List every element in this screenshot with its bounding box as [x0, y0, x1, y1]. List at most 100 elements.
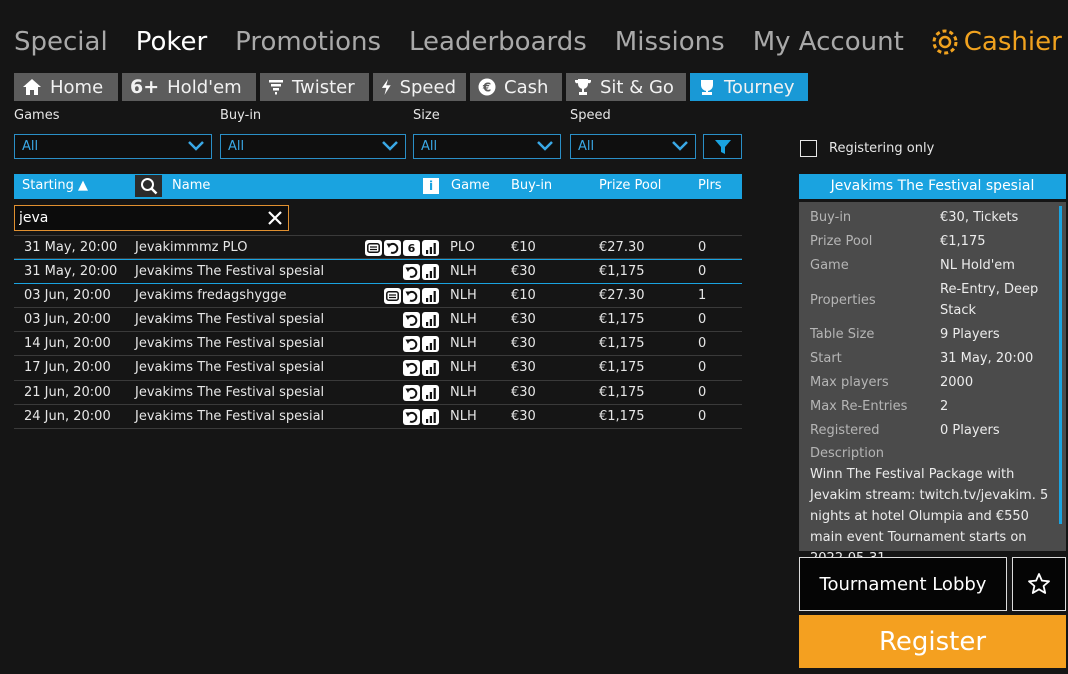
col-name[interactable]: Name: [172, 178, 210, 193]
tab-tourney[interactable]: Tourney: [690, 73, 808, 101]
chat-icon: [365, 240, 382, 256]
details-title: Jevakims The Festival spesial: [799, 174, 1066, 199]
star-icon: [1028, 573, 1050, 594]
col-players[interactable]: Plrs: [698, 178, 722, 193]
nav-special[interactable]: Special: [14, 25, 108, 59]
tab-home-label: Home: [50, 76, 104, 98]
buyin-select[interactable]: All: [220, 134, 406, 159]
chevron-down-icon: [382, 141, 398, 151]
row-buyin: €30: [511, 360, 536, 376]
size-select[interactable]: All: [413, 134, 561, 159]
table-row[interactable]: 14 Jun, 20:00 Jevakims The Festival spesi…: [14, 332, 742, 357]
tab-twister-label: Twister: [292, 76, 355, 98]
table-row[interactable]: 03 Jun, 20:00 Jevakims The Festival spesi…: [14, 308, 742, 333]
row-game: NLH: [450, 287, 477, 303]
chevron-down-icon: [188, 141, 204, 151]
detail-key: Game: [810, 258, 849, 273]
col-game[interactable]: Game: [451, 178, 490, 193]
description-text: Winn The Festival Package with Jevakim s…: [810, 467, 1049, 566]
signal-bars-icon: [422, 336, 439, 353]
buyin-filter-label: Buy-in: [220, 108, 262, 123]
row-buyin: €10: [511, 287, 536, 303]
euro-icon: €: [478, 78, 496, 96]
chevron-down-icon: [537, 141, 553, 151]
row-buyin: €10: [511, 240, 536, 255]
speed-filter-label: Speed: [570, 108, 611, 123]
cashier-label: Cashier: [963, 27, 1062, 57]
table-row[interactable]: 31 May, 20:00 Jevakimmmz PLO 6 PLO €10 €27.30…: [14, 235, 742, 260]
tab-tourney-label: Tourney: [724, 76, 795, 98]
row-start: 24 Jun, 20:00: [24, 409, 111, 425]
table-row[interactable]: 24 Jun, 20:00 Jevakims The Festival spesi…: [14, 405, 742, 430]
tournament-table-header: Starting ▲ Name i Game Buy-in Prize Pool…: [14, 174, 742, 199]
row-buyin: €30: [511, 384, 536, 400]
row-buyin: €30: [511, 336, 536, 352]
signal-bars-icon: [422, 311, 439, 328]
home-icon: [23, 79, 41, 95]
nav-my-account[interactable]: My Account: [753, 25, 904, 59]
row-buyin: €30: [511, 264, 536, 280]
nav-poker[interactable]: Poker: [136, 25, 207, 59]
nav-promotions[interactable]: Promotions: [235, 25, 381, 59]
speed-select[interactable]: All: [570, 134, 696, 159]
info-icon[interactable]: i: [423, 178, 439, 194]
row-players: 0: [698, 240, 707, 255]
row-name: Jevakimmmz PLO: [135, 240, 248, 255]
detail-value: €1,175: [940, 234, 986, 249]
tournament-lobby-button[interactable]: Tournament Lobby: [799, 557, 1007, 611]
nav-leaderboards[interactable]: Leaderboards: [409, 25, 587, 59]
re-entry-icon: [403, 311, 420, 328]
detail-key: Max Re-Entries: [810, 399, 908, 414]
row-game: NLH: [450, 384, 477, 400]
favorite-button[interactable]: [1012, 557, 1066, 611]
tab-cash-label: Cash: [504, 76, 549, 98]
registering-only-label: Registering only: [829, 141, 935, 156]
tab-cash[interactable]: € Cash: [470, 73, 562, 101]
tab-sit-and-go[interactable]: Sit & Go: [566, 73, 686, 101]
tab-home[interactable]: Home: [14, 73, 118, 101]
re-entry-icon: [403, 287, 420, 304]
signal-bars-icon: [422, 360, 439, 377]
row-prize-pool: €1,175: [599, 264, 645, 280]
signal-bars-icon: [422, 287, 439, 304]
detail-key: Prize Pool: [810, 234, 873, 249]
signal-bars-icon: [422, 409, 439, 426]
close-icon[interactable]: [267, 210, 283, 226]
col-starting[interactable]: Starting ▲: [22, 178, 88, 193]
register-button[interactable]: Register: [799, 615, 1066, 668]
size-select-value: All: [421, 139, 438, 154]
col-prize-pool[interactable]: Prize Pool: [599, 178, 661, 193]
row-icons: [403, 311, 439, 328]
tab-twister[interactable]: Twister: [260, 73, 369, 101]
table-row[interactable]: 21 Jun, 20:00 Jevakims The Festival spesi…: [14, 381, 742, 406]
row-start: 31 May, 20:00: [24, 240, 118, 255]
row-icons: 6: [365, 240, 439, 256]
tournament-list: 31 May, 20:00 Jevakimmmz PLO 6 PLO €10 €27.30…: [14, 235, 742, 430]
chat-icon: [384, 287, 401, 304]
col-buyin[interactable]: Buy-in: [511, 178, 552, 193]
table-row[interactable]: 03 Jun, 20:00 Jevakims fredagshygge NLH €10…: [14, 284, 742, 308]
row-game: NLH: [450, 264, 477, 280]
filter-button[interactable]: [703, 134, 742, 159]
nav-cashier[interactable]: Cashier: [932, 25, 1062, 59]
row-name: Jevakims The Festival spesial: [135, 264, 325, 280]
search-icon[interactable]: [135, 175, 162, 197]
signal-bars-icon: [422, 384, 439, 401]
detail-key: Buy-in: [810, 210, 852, 225]
games-select[interactable]: All: [14, 134, 212, 159]
name-search-input[interactable]: [15, 206, 255, 230]
table-size-icon: 6: [403, 240, 420, 256]
row-start: 03 Jun, 20:00: [24, 311, 111, 327]
detail-key: Registered: [810, 423, 880, 438]
nav-missions[interactable]: Missions: [615, 25, 725, 59]
tab-holdem-label: Hold'em: [167, 76, 242, 98]
tab-speed[interactable]: Speed: [373, 73, 466, 101]
checkbox-box[interactable]: [800, 140, 817, 157]
table-row[interactable]: 31 May, 20:00 Jevakims The Festival spesi…: [14, 259, 742, 284]
table-row[interactable]: 17 Jun, 20:00 Jevakims The Festival spesi…: [14, 356, 742, 381]
row-start: 03 Jun, 20:00: [24, 287, 111, 303]
signal-bars-icon: [422, 264, 439, 281]
row-icons: [403, 360, 439, 377]
tab-holdem[interactable]: 6+ Hold'em: [122, 73, 256, 101]
registering-only-checkbox[interactable]: Registering only: [800, 140, 934, 157]
